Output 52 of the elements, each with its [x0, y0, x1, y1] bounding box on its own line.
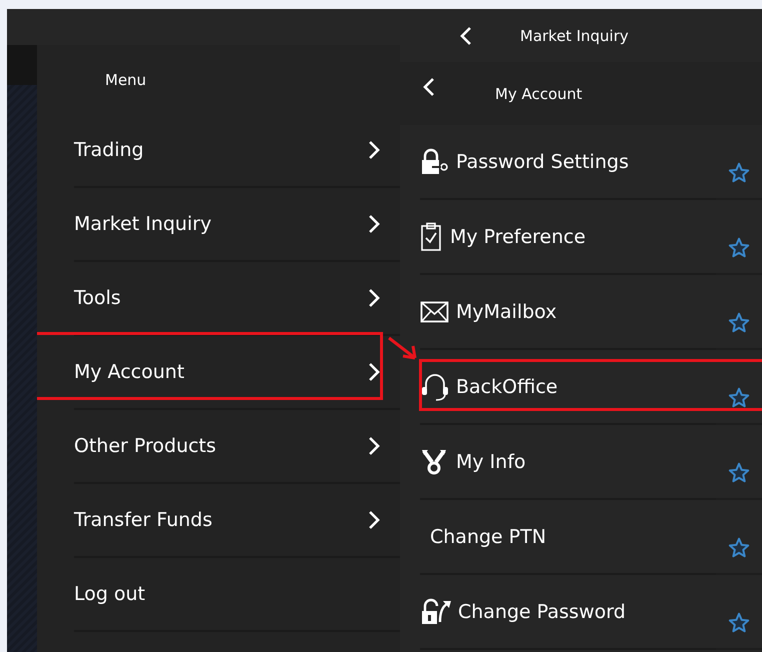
- back-chevron-icon[interactable]: [460, 26, 472, 46]
- chevron-right-icon[interactable]: [368, 510, 380, 530]
- menu-title: Menu: [105, 70, 146, 88]
- submenu-item[interactable]: My Preference: [420, 200, 716, 275]
- menu-item-label: Market Inquiry: [74, 213, 212, 235]
- submenu-item-label: My Preference: [450, 226, 586, 248]
- submenu-item[interactable]: Password Settings: [420, 125, 716, 200]
- menu-item[interactable]: Market Inquiry: [74, 188, 400, 262]
- chevron-right-icon[interactable]: [368, 140, 380, 160]
- submenu-item-label: My Info: [456, 450, 526, 472]
- star-icon[interactable]: [728, 236, 750, 258]
- submenu-item[interactable]: My Info: [420, 425, 716, 500]
- menu-item-label: Trading: [74, 139, 144, 161]
- chevron-right-icon[interactable]: [368, 436, 380, 456]
- chevron-right-icon[interactable]: [368, 362, 380, 382]
- submenu-item-label: Change Password: [458, 600, 626, 622]
- menu-item-label: Tools: [74, 287, 121, 309]
- star-icon[interactable]: [728, 312, 750, 334]
- submenu-item[interactable]: BackOffice: [420, 350, 716, 425]
- submenu-item[interactable]: MyMailbox: [420, 275, 716, 350]
- back-chevron-icon[interactable]: [423, 76, 435, 96]
- menu-item[interactable]: Log out: [74, 558, 400, 632]
- envelope-icon: [420, 300, 450, 322]
- chevron-right-icon[interactable]: [368, 288, 380, 308]
- lock-key-icon: [420, 148, 450, 176]
- menu-item-label: My Account: [74, 361, 184, 383]
- menu-item[interactable]: Tools: [74, 262, 400, 336]
- star-icon[interactable]: [728, 386, 750, 408]
- headset-icon: [420, 372, 450, 402]
- sidebar-bar: [7, 45, 37, 85]
- star-icon[interactable]: [728, 462, 750, 484]
- menu-item[interactable]: Transfer Funds: [74, 484, 400, 558]
- submenu-item-label: BackOffice: [456, 376, 558, 398]
- star-icon[interactable]: [728, 536, 750, 558]
- submenu-title: My Account: [495, 84, 582, 102]
- menu-item-label: Transfer Funds: [74, 509, 212, 531]
- menu-item[interactable]: Other Products: [74, 410, 400, 484]
- chevron-right-icon[interactable]: [368, 214, 380, 234]
- submenu-item[interactable]: Change Password: [420, 575, 716, 650]
- menu-item-label: Log out: [74, 583, 146, 605]
- star-icon[interactable]: [728, 612, 750, 634]
- submenu-item-label: Password Settings: [456, 150, 629, 172]
- submenu-item[interactable]: Change PTN: [420, 500, 716, 575]
- unlock-arrow-icon: [420, 598, 452, 626]
- menu-item[interactable]: My Account: [74, 336, 400, 410]
- submenu-item-label: MyMailbox: [456, 300, 557, 322]
- breadcrumb-title: Market Inquiry: [520, 26, 629, 44]
- clipboard-check-icon: [420, 222, 444, 252]
- menu-item[interactable]: Trading: [74, 114, 400, 188]
- menu-item-label: Other Products: [74, 435, 216, 457]
- submenu-item-label: Change PTN: [430, 526, 546, 548]
- star-icon[interactable]: [728, 162, 750, 184]
